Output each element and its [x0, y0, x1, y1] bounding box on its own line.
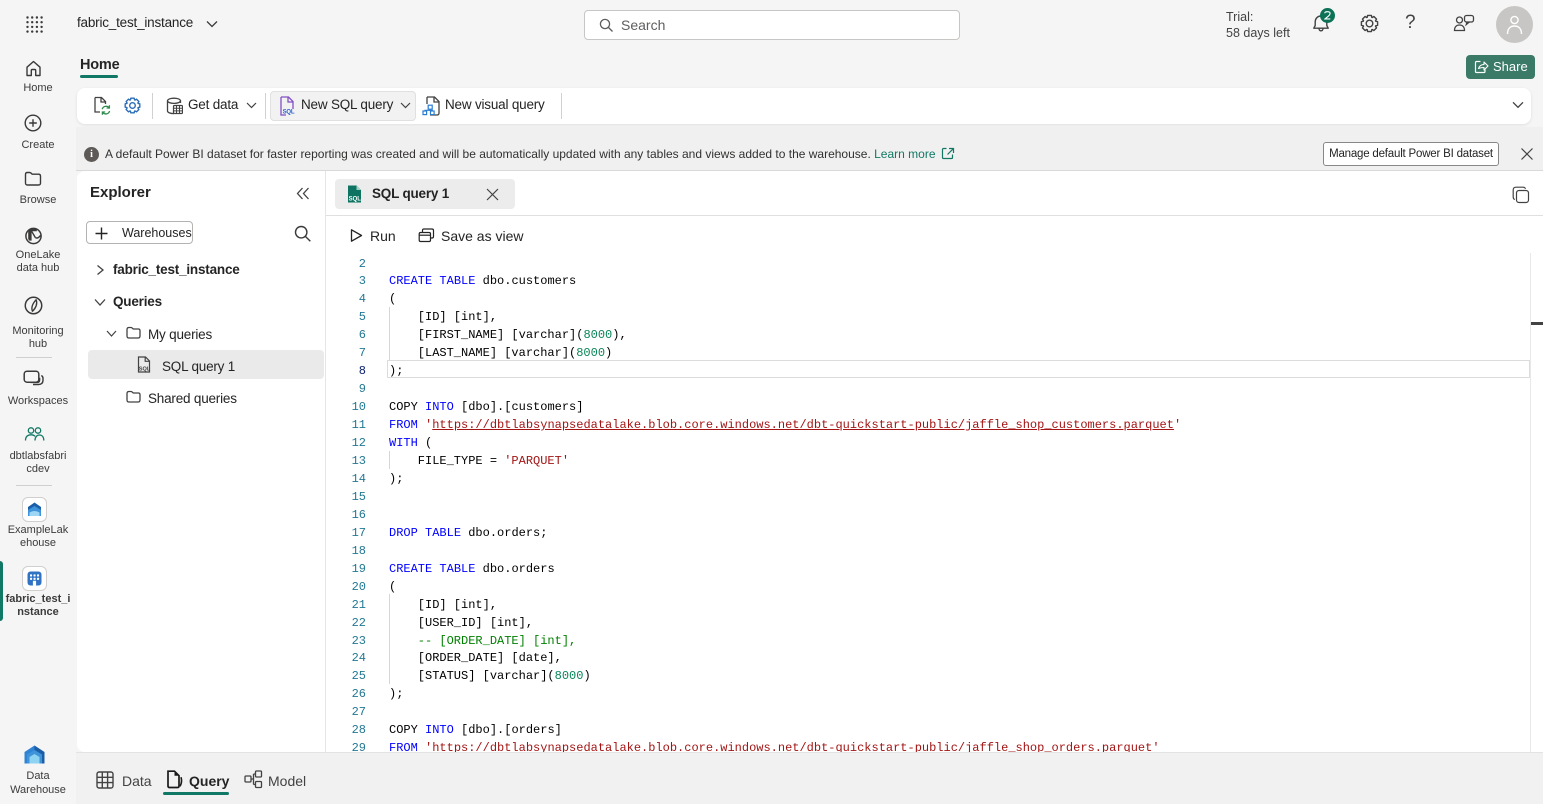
svg-text:SQL: SQL — [139, 367, 151, 373]
svg-text:SQL: SQL — [349, 196, 362, 202]
svg-text:SQL: SQL — [283, 110, 295, 116]
